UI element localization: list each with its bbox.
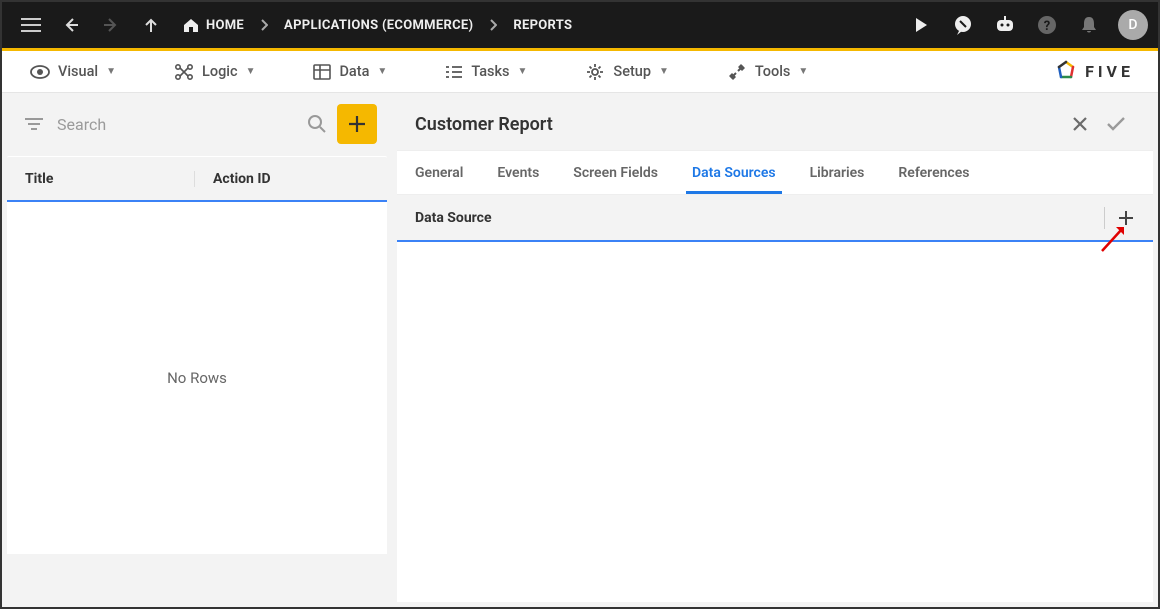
subhead-title: Data Source <box>415 210 492 226</box>
filter-icon[interactable] <box>25 117 43 131</box>
grid-footer <box>7 554 387 602</box>
search-row <box>7 98 387 150</box>
add-button[interactable] <box>337 104 377 144</box>
menu-label: Setup <box>613 63 651 80</box>
chat-icon[interactable] <box>944 6 982 44</box>
menu-label: Visual <box>58 63 98 80</box>
plus-icon <box>347 114 367 134</box>
confirm-button[interactable] <box>1097 107 1135 141</box>
bot-icon[interactable] <box>986 6 1024 44</box>
grid-header: Title Action ID <box>7 156 387 200</box>
close-button[interactable] <box>1063 107 1097 141</box>
tab-events[interactable]: Events <box>493 153 543 193</box>
divider <box>1104 207 1105 229</box>
breadcrumb-label: APPLICATIONS (ECOMMERCE) <box>284 18 473 33</box>
main-area: Title Action ID No Rows Customer Report … <box>2 93 1158 607</box>
close-icon <box>1071 115 1089 133</box>
tab-libraries[interactable]: Libraries <box>806 153 869 193</box>
avatar[interactable]: D <box>1118 10 1148 40</box>
menu-setup[interactable]: Setup▼ <box>571 51 683 93</box>
right-panel: Customer Report General Events Screen Fi… <box>397 98 1153 602</box>
tab-data-sources[interactable]: Data Sources <box>688 153 780 193</box>
play-icon[interactable] <box>902 6 940 44</box>
logo-icon <box>1053 59 1079 85</box>
page-title: Customer Report <box>415 114 553 135</box>
svg-text:?: ? <box>1044 19 1050 34</box>
search-icon[interactable] <box>307 114 327 134</box>
tab-general[interactable]: General <box>411 153 467 193</box>
logo: FIVE <box>1053 59 1144 85</box>
menu-data[interactable]: Data▼ <box>299 51 401 93</box>
breadcrumb-label: HOME <box>206 18 244 33</box>
breadcrumb-reports[interactable]: REPORTS <box>503 6 582 44</box>
tab-screen-fields[interactable]: Screen Fields <box>569 153 662 193</box>
menu-icon[interactable] <box>12 6 50 44</box>
add-data-source-button[interactable] <box>1117 209 1135 227</box>
menu-label: Logic <box>202 63 238 80</box>
detail-body <box>397 242 1153 602</box>
breadcrumb-label: REPORTS <box>513 18 572 33</box>
menu-label: Data <box>339 63 369 80</box>
grid-body: No Rows <box>7 202 387 554</box>
breadcrumb-applications[interactable]: APPLICATIONS (ECOMMERCE) <box>274 6 483 44</box>
left-panel: Title Action ID No Rows <box>7 98 387 602</box>
bell-icon[interactable] <box>1070 6 1108 44</box>
check-icon <box>1105 115 1127 133</box>
back-icon[interactable] <box>52 6 90 44</box>
search-input[interactable] <box>57 115 307 134</box>
chevron-right-icon <box>485 19 501 31</box>
tabs: General Events Screen Fields Data Source… <box>397 150 1153 194</box>
menu-tools[interactable]: Tools▼ <box>713 51 822 93</box>
menu-label: Tasks <box>471 63 509 80</box>
chevron-right-icon <box>256 19 272 31</box>
menu-tasks[interactable]: Tasks▼ <box>431 51 541 93</box>
column-title[interactable]: Title <box>7 171 195 187</box>
logo-text: FIVE <box>1085 62 1134 81</box>
breadcrumb-home[interactable]: HOME <box>172 6 254 44</box>
empty-text: No Rows <box>167 369 227 387</box>
menu-label: Tools <box>755 63 790 80</box>
avatar-letter: D <box>1128 17 1137 33</box>
plus-icon <box>1117 209 1135 227</box>
menu-bar: Visual▼ Logic▼ Data▼ Tasks▼ Setup▼ Tools… <box>2 51 1158 93</box>
forward-icon <box>92 6 130 44</box>
tab-references[interactable]: References <box>894 153 973 193</box>
menu-visual[interactable]: Visual▼ <box>16 51 130 93</box>
top-bar: HOME APPLICATIONS (ECOMMERCE) REPORTS ? <box>2 2 1158 48</box>
detail-header: Customer Report <box>397 98 1153 150</box>
subhead: Data Source <box>397 194 1153 240</box>
menu-logic[interactable]: Logic▼ <box>160 51 269 93</box>
help-icon[interactable]: ? <box>1028 6 1066 44</box>
up-icon[interactable] <box>132 6 170 44</box>
column-action-id[interactable]: Action ID <box>195 171 289 187</box>
